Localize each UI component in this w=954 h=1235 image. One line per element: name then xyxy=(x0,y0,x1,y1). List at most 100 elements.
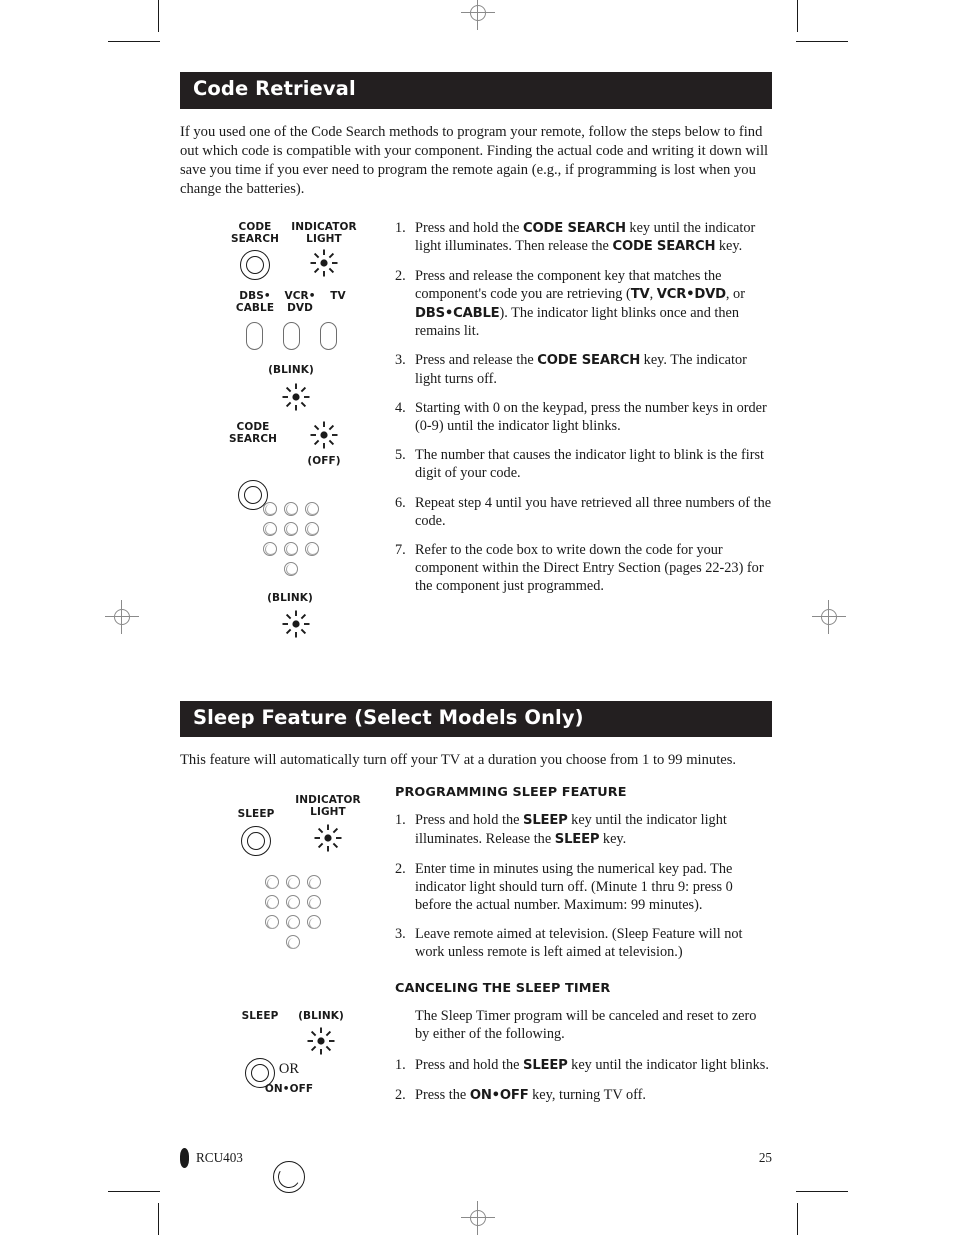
step-text-run: Refer to the code box to write down the … xyxy=(415,541,764,594)
keypad-key-3[interactable] xyxy=(306,875,321,890)
keypad-key-5[interactable] xyxy=(283,521,298,536)
keypad-key-5[interactable] xyxy=(285,895,300,910)
key-name-emphasis: TV xyxy=(630,286,650,302)
crop-mark-top-right-vertical xyxy=(797,0,798,32)
step-number: 3. xyxy=(395,925,406,942)
step-item: 4. Starting with 0 on the keypad, press t… xyxy=(395,399,772,435)
code-search-key-1[interactable] xyxy=(240,249,270,280)
key-name-emphasis: SLEEP xyxy=(523,813,568,829)
code-retrieval-steps-column: 1. Press and hold the CODE SEARCH key unt… xyxy=(395,215,772,606)
registration-mark-top xyxy=(461,0,495,30)
keypad-key-6[interactable] xyxy=(306,895,321,910)
step-text: Refer to the code box to write down the … xyxy=(415,542,764,594)
keypad-key-8[interactable] xyxy=(283,541,298,556)
keypad-key-9[interactable] xyxy=(304,541,319,556)
keypad-grid-sleep xyxy=(240,875,345,930)
blink-label-2: (BLINK) xyxy=(267,591,313,604)
component-key-tv[interactable] xyxy=(320,321,337,350)
step-number: 1. xyxy=(395,812,406,829)
programming-sleep-feature-heading: PROGRAMMING SLEEP FEATURE xyxy=(395,785,627,801)
code-retrieval-step-list: 1. Press and hold the CODE SEARCH key unt… xyxy=(395,219,772,595)
step-text-run: Press and hold the xyxy=(415,1057,524,1074)
step-text-run: key, turning TV off. xyxy=(528,1086,646,1103)
step-number: 7. xyxy=(395,541,406,558)
keypad-key-7[interactable] xyxy=(262,541,277,556)
canceling-lead-paragraph: The Sleep Timer program will be canceled… xyxy=(415,1007,757,1042)
keypad-key-4[interactable] xyxy=(264,895,279,910)
key-name-emphasis: SLEEP xyxy=(554,831,600,847)
step-item: 5. The number that causes the indicator l… xyxy=(395,446,772,482)
keypad-key-4[interactable] xyxy=(262,521,277,536)
step-text: Press the ON•OFF key, turning TV off. xyxy=(415,1087,646,1103)
or-separator-label: OR xyxy=(278,1061,300,1078)
blink-burst-icon-1 xyxy=(281,382,311,412)
step-text: Press and hold the CODE SEARCH key until… xyxy=(415,220,755,255)
code-retrieval-diagram-column: CODE SEARCH INDICATOR LIGHT DBS• CABLE V… xyxy=(180,215,395,638)
indicator-light-off-burst-icon xyxy=(309,420,339,450)
step-number: 3. xyxy=(395,352,406,369)
indicator-light-label-1: INDICATOR LIGHT xyxy=(291,220,357,245)
sleep-feature-diagram-column: SLEEP INDICATOR LIGHT SLEEP (BLINK) OR O… xyxy=(180,785,395,1194)
step-text: Press and release the component key that… xyxy=(415,268,745,339)
step-number: 1. xyxy=(395,219,406,236)
sleep-feature-intro-paragraph: This feature will automatically turn off… xyxy=(180,752,737,769)
sleep-key-1[interactable] xyxy=(241,826,271,857)
step-number: 4. xyxy=(395,400,406,417)
key-name-emphasis: SLEEP xyxy=(523,1058,568,1074)
sleep-feature-steps-column: PROGRAMMING SLEEP FEATURE 1. Press and ho… xyxy=(395,785,772,1115)
step-number: 1. xyxy=(395,1057,406,1074)
step-text-run: , or xyxy=(725,285,745,302)
component-key-vcr-dvd[interactable] xyxy=(283,321,300,350)
step-text-run: key. xyxy=(599,830,627,847)
indicator-light-label-2: INDICATOR LIGHT xyxy=(295,794,361,819)
keypad-key-0[interactable] xyxy=(285,935,300,950)
keypad-key-9[interactable] xyxy=(306,915,321,930)
sleep-label-1: SLEEP xyxy=(237,808,275,821)
keypad-key-2[interactable] xyxy=(285,875,300,890)
step-item: 3. Leave remote aimed at television. (Sle… xyxy=(395,925,772,961)
registration-mark-right xyxy=(812,600,846,634)
keypad-key-8[interactable] xyxy=(285,915,300,930)
step-text-run: Enter time in minutes using the numerica… xyxy=(415,860,733,913)
code-retrieval-intro-paragraph: If you used one of the Code Search metho… xyxy=(180,123,769,197)
indicator-light-burst-icon-2 xyxy=(313,823,343,853)
onoff-label: ON•OFF xyxy=(264,1083,314,1096)
step-text: Starting with 0 on the keypad, press the… xyxy=(415,400,767,434)
step-text: Enter time in minutes using the numerica… xyxy=(415,861,733,913)
crop-mark-bottom-right-horizontal xyxy=(796,1191,848,1192)
blink-label-1: (BLINK) xyxy=(268,363,314,376)
keypad-zero-row xyxy=(238,561,343,576)
step-text-run: The number that causes the indicator lig… xyxy=(415,447,765,482)
sleep-programming-step-list: 1. Press and hold the SLEEP key until the… xyxy=(395,811,772,961)
step-text: Press and hold the SLEEP key until the i… xyxy=(415,812,727,847)
step-number: 2. xyxy=(395,1086,406,1103)
keypad-key-1[interactable] xyxy=(262,501,277,516)
step-text-run: key until the indicator light blinks. xyxy=(567,1057,769,1074)
keypad-key-2[interactable] xyxy=(283,501,298,516)
sleep-canceling-step-list: 1. Press and hold the SLEEP key until the… xyxy=(395,1056,772,1104)
step-text-run: Repeat step 4 until you have retrieved a… xyxy=(415,494,772,529)
step-item: 3. Press and release the CODE SEARCH key.… xyxy=(395,351,772,388)
keypad-key-1[interactable] xyxy=(264,875,279,890)
step-item: 7. Refer to the code box to write down th… xyxy=(395,541,772,595)
component-key-label-tv: TV xyxy=(330,289,346,302)
component-key-dbs-cable[interactable] xyxy=(246,321,263,350)
registration-mark-bottom xyxy=(461,1201,495,1235)
crop-mark-top-left-horizontal xyxy=(108,41,160,42)
keypad-key-0[interactable] xyxy=(283,561,298,576)
step-item: 2. Press the ON•OFF key, turning TV off. xyxy=(395,1086,772,1105)
sleep-feature-diagram: SLEEP INDICATOR LIGHT SLEEP (BLINK) OR O… xyxy=(180,785,395,1194)
step-number: 5. xyxy=(395,447,406,464)
code-retrieval-diagram: CODE SEARCH INDICATOR LIGHT DBS• CABLE V… xyxy=(180,215,395,638)
key-name-emphasis: DBS•CABLE xyxy=(415,305,500,321)
keypad-key-6[interactable] xyxy=(304,521,319,536)
step-text-run: , xyxy=(649,285,657,302)
keypad-key-7[interactable] xyxy=(264,915,279,930)
step-number: 6. xyxy=(395,494,406,511)
footer-page-number: 25 xyxy=(758,1150,772,1165)
keypad-key-3[interactable] xyxy=(304,501,319,516)
step-text: Leave remote aimed at television. (Sleep… xyxy=(415,926,743,960)
canceling-sleep-timer-heading: CANCELING THE SLEEP TIMER xyxy=(395,980,611,996)
page-footer: RCU403 25 xyxy=(180,1148,772,1168)
crop-mark-bottom-left-horizontal xyxy=(108,1191,160,1192)
